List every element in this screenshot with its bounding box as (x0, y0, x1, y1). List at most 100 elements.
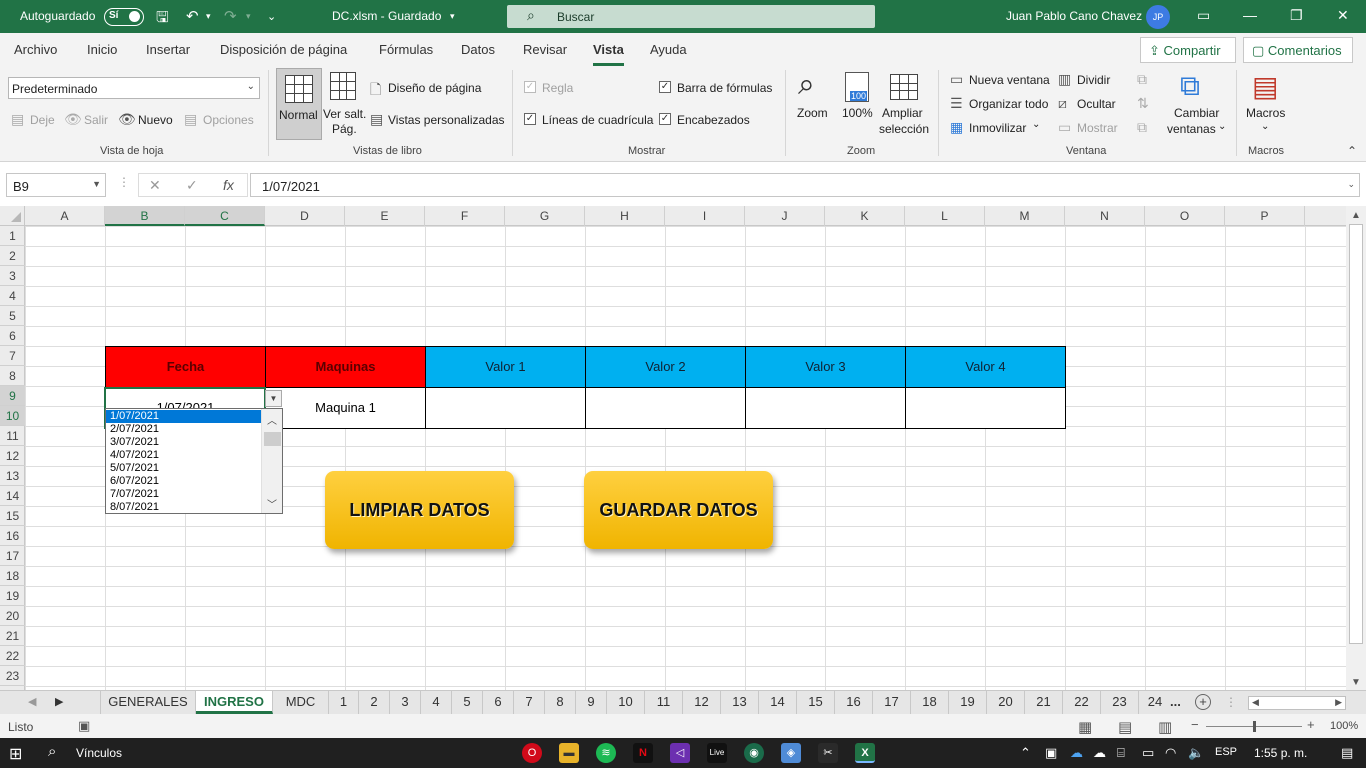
prev-sheet-icon[interactable]: ◀ (28, 695, 36, 708)
file-explorer-icon[interactable]: ▬ (559, 743, 579, 763)
list-item[interactable]: 4/07/2021 (106, 449, 261, 462)
dropdown-arrow-button[interactable]: ▼ (265, 390, 282, 407)
row-header[interactable]: 5 (0, 306, 25, 326)
hide-button[interactable]: Ocultar (1077, 97, 1116, 111)
column-header[interactable]: B (105, 206, 185, 226)
zoom-selection-label-1[interactable]: Ampliar (882, 106, 923, 120)
row-header[interactable]: 6 (0, 326, 25, 346)
row-header[interactable]: 10 (0, 406, 25, 426)
sheet-tab[interactable]: 23 (1101, 691, 1139, 714)
normal-view-icon[interactable]: ▦ (1078, 718, 1092, 736)
split-button[interactable]: Dividir (1077, 73, 1110, 87)
row-header[interactable]: 11 (0, 426, 25, 446)
sheet-tab[interactable]: 17 (873, 691, 911, 714)
column-header[interactable]: I (665, 206, 745, 226)
date-dropdown-list[interactable]: 1/07/2021 2/07/2021 3/07/2021 4/07/2021 … (105, 408, 283, 514)
custom-views-button[interactable]: Vistas personalizadas (388, 113, 505, 127)
sheet-tab[interactable]: 13 (721, 691, 759, 714)
sheet-tab[interactable]: 20 (987, 691, 1025, 714)
switch-windows-label-1[interactable]: Cambiar (1174, 106, 1219, 120)
network-icon[interactable]: ⌸ (1117, 745, 1125, 761)
zoom-in-icon[interactable]: + (1307, 717, 1315, 732)
cell-maquinas[interactable]: Maquina 1 (265, 387, 426, 429)
column-header[interactable]: J (745, 206, 825, 226)
row-header[interactable]: 1 (0, 226, 25, 246)
sheet-tab[interactable]: 16 (835, 691, 873, 714)
tab-vista[interactable]: Vista (593, 42, 624, 66)
sheet-tab[interactable]: 7 (514, 691, 545, 714)
vertical-scroll-thumb[interactable] (1349, 224, 1363, 644)
scroll-right-icon[interactable]: ▶ (1335, 697, 1342, 708)
column-header[interactable]: G (505, 206, 585, 226)
page-break-view-icon[interactable]: ▥ (1158, 718, 1172, 736)
list-item[interactable]: 5/07/2021 (106, 462, 261, 475)
column-header[interactable]: P (1225, 206, 1305, 226)
cancel-icon[interactable]: ✕ (149, 177, 161, 194)
onedrive-icon[interactable]: ☁ (1070, 745, 1083, 761)
reset-window-position-icon[interactable]: ⧉ (1137, 119, 1147, 136)
expand-formula-icon[interactable]: ⌄ (1347, 179, 1355, 190)
keep-button[interactable]: Deje (30, 113, 55, 127)
header-valor-3[interactable]: Valor 3 (745, 346, 906, 388)
normal-view-button[interactable]: Normal (276, 68, 322, 140)
search-icon[interactable]: ⌕ (48, 743, 56, 760)
row-header[interactable]: 2 (0, 246, 25, 266)
sheet-tab[interactable]: 12 (683, 691, 721, 714)
enter-icon[interactable]: ✓ (186, 177, 198, 194)
undo-dropdown-icon[interactable]: ▾ (206, 11, 211, 22)
list-item[interactable]: 8/07/2021 (106, 501, 261, 513)
zoom-slider[interactable] (1206, 721, 1302, 732)
snipping-tool-icon[interactable]: ✂ (818, 743, 838, 763)
exit-button[interactable]: Salir (84, 113, 108, 127)
sheet-tab[interactable]: 3 (390, 691, 421, 714)
zoom-slider-knob[interactable] (1253, 721, 1256, 732)
user-name[interactable]: Juan Pablo Cano Chavez (1006, 9, 1142, 23)
visual-studio-icon[interactable]: ◁ (670, 743, 690, 763)
macros-button[interactable]: Macros (1246, 106, 1285, 120)
scroll-left-icon[interactable]: ◀ (1252, 697, 1259, 708)
page-layout-view-icon[interactable]: ▤ (1118, 718, 1132, 736)
onedrive-personal-icon[interactable]: ☁ (1093, 745, 1106, 761)
row-header[interactable]: 12 (0, 446, 25, 466)
view-side-by-side-icon[interactable]: ⧉ (1137, 71, 1147, 88)
ribbon-display-options-icon[interactable]: ▭ (1197, 7, 1210, 24)
row-header[interactable]: 8 (0, 366, 25, 386)
list-item[interactable]: 1/07/2021 (106, 410, 261, 423)
customize-toolbar-icon[interactable]: ⌄ (267, 10, 276, 23)
row-header[interactable]: 14 (0, 486, 25, 506)
chevron-down-icon[interactable]: ﹀ (267, 496, 277, 511)
restore-icon[interactable]: ❐ (1290, 7, 1303, 24)
options-button[interactable]: Opciones (203, 113, 254, 127)
autosave-toggle[interactable]: Sí (104, 8, 144, 26)
battery-icon[interactable]: ▭ (1142, 745, 1154, 761)
tray-expand-icon[interactable]: ⌃ (1020, 745, 1031, 761)
row-header[interactable]: 15 (0, 506, 25, 526)
redo-icon[interactable]: ↷ (224, 7, 237, 25)
worksheet-grid[interactable]: A B C D E F G H I J K L M N O P 1 2 3 4 … (0, 206, 1346, 690)
row-header[interactable]: 19 (0, 586, 25, 606)
sheet-tab[interactable]: INGRESO (196, 691, 273, 714)
row-header[interactable]: 18 (0, 566, 25, 586)
sheet-tab[interactable]: 19 (949, 691, 987, 714)
sheet-tab[interactable]: 10 (607, 691, 645, 714)
chevron-up-icon[interactable]: ︿ (267, 412, 277, 427)
page-layout-button[interactable]: Diseño de página (388, 81, 481, 95)
clear-data-button[interactable]: LIMPIAR DATOS (325, 471, 514, 549)
sheet-tab[interactable]: MDC (273, 691, 329, 714)
comments-button[interactable]: ▢ Comentarios (1243, 37, 1353, 63)
add-sheet-icon[interactable]: + (1195, 694, 1211, 710)
ruler-checkbox[interactable]: ✓ (524, 81, 536, 93)
arrange-all-button[interactable]: Organizar todo (969, 97, 1048, 111)
vertical-scrollbar[interactable]: ▲ ▼ (1346, 206, 1366, 690)
row-header[interactable]: 4 (0, 286, 25, 306)
row-header[interactable]: 7 (0, 346, 25, 366)
row-header[interactable]: 17 (0, 546, 25, 566)
formula-bar-checkbox[interactable]: ✓ (659, 81, 671, 93)
row-header[interactable]: 23 (0, 666, 25, 686)
column-header[interactable]: D (265, 206, 345, 226)
column-header[interactable]: O (1145, 206, 1225, 226)
sheet-tab[interactable]: 22 (1063, 691, 1101, 714)
horizontal-scrollbar[interactable]: ◀ ▶ (1248, 696, 1346, 710)
headings-checkbox[interactable]: ✓ (659, 113, 671, 125)
sheet-tab[interactable]: GENERALES (100, 691, 196, 714)
